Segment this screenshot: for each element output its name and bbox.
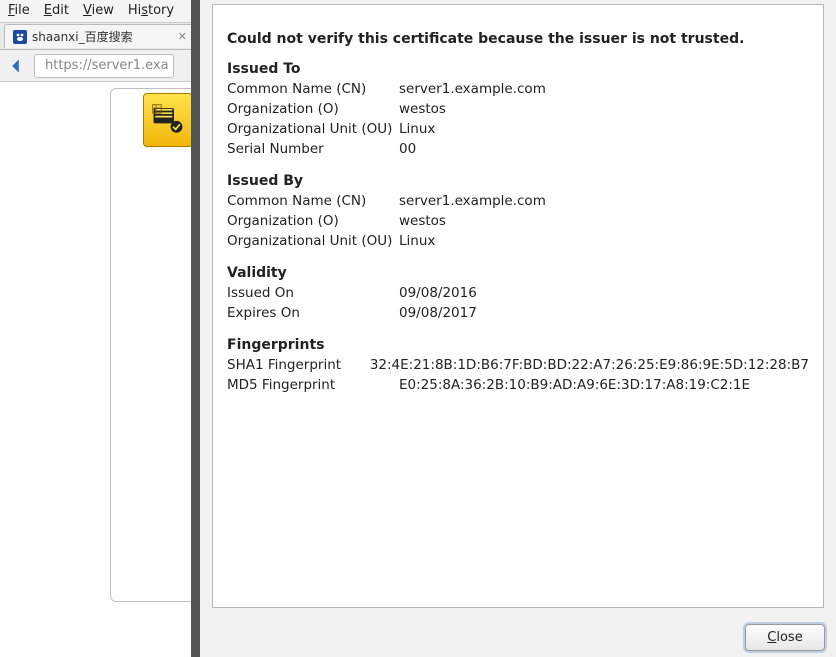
issued-to-o: Organization (O) westos [227, 99, 809, 119]
value-issued-by-o: westos [399, 211, 809, 231]
fingerprints-heading: Fingerprints [227, 337, 809, 353]
warning-shield-icon [143, 93, 193, 147]
menu-file[interactable]: File [8, 3, 30, 18]
cert-error-message: Could not verify this certificate becaus… [227, 31, 809, 47]
value-issued-on: 09/08/2016 [399, 283, 809, 303]
value-sha1: 32:4E:21:8B:1D:B6:7F:BD:BD:22:A7:26:25:E… [370, 355, 809, 375]
validity-expires-on: Expires On 09/08/2017 [227, 303, 809, 323]
menu-edit[interactable]: Edit [44, 3, 69, 18]
certificate-details-panel: Could not verify this certificate becaus… [212, 4, 824, 608]
issued-by-heading: Issued By [227, 173, 809, 189]
label-o2: Organization (O) [227, 211, 399, 231]
url-text: https://server1.exa [45, 58, 169, 73]
label-o: Organization (O) [227, 99, 399, 119]
close-button[interactable]: Close [745, 624, 825, 651]
favicon-baidu-icon [13, 30, 27, 44]
label-issued-on: Issued On [227, 283, 399, 303]
url-bar[interactable]: https://server1.exa [34, 54, 174, 78]
issued-to-heading: Issued To [227, 61, 809, 77]
label-ou2: Organizational Unit (OU) [227, 231, 399, 251]
value-issued-to-cn: server1.example.com [399, 79, 809, 99]
issued-to-serial: Serial Number 00 [227, 139, 809, 159]
value-issued-by-cn: server1.example.com [399, 191, 809, 211]
issued-by-ou: Organizational Unit (OU) Linux [227, 231, 809, 251]
label-ou: Organizational Unit (OU) [227, 119, 399, 139]
label-md5: MD5 Fingerprint [227, 375, 399, 395]
menu-history[interactable]: History [128, 3, 174, 18]
fingerprint-md5: MD5 Fingerprint E0:25:8A:36:2B:10:B9:AD:… [227, 375, 809, 395]
value-issued-to-serial: 00 [399, 139, 809, 159]
validity-heading: Validity [227, 265, 809, 281]
label-cn2: Common Name (CN) [227, 191, 399, 211]
browser-tab[interactable]: shaanxi_百度搜索 ✕ [4, 24, 196, 48]
validity-issued-on: Issued On 09/08/2016 [227, 283, 809, 303]
menu-view[interactable]: View [83, 3, 114, 18]
label-expires-on: Expires On [227, 303, 399, 323]
fingerprint-sha1: SHA1 Fingerprint 32:4E:21:8B:1D:B6:7F:BD… [227, 355, 809, 375]
back-button[interactable] [4, 54, 30, 78]
issued-to-ou: Organizational Unit (OU) Linux [227, 119, 809, 139]
issued-by-o: Organization (O) westos [227, 211, 809, 231]
value-expires-on: 09/08/2017 [399, 303, 809, 323]
value-issued-to-ou: Linux [399, 119, 809, 139]
issued-by-cn: Common Name (CN) server1.example.com [227, 191, 809, 211]
label-sha1: SHA1 Fingerprint [227, 355, 370, 375]
issued-to-cn: Common Name (CN) server1.example.com [227, 79, 809, 99]
tab-title: shaanxi_百度搜索 [32, 28, 133, 45]
label-cn: Common Name (CN) [227, 79, 399, 99]
tab-close-icon[interactable]: ✕ [138, 30, 187, 43]
value-issued-by-ou: Linux [399, 231, 809, 251]
value-issued-to-o: westos [399, 99, 809, 119]
label-serial: Serial Number [227, 139, 399, 159]
certificate-dialog: ↖ Could not verify this certificate beca… [191, 0, 836, 657]
value-md5: E0:25:8A:36:2B:10:B9:AD:A9:6E:3D:17:A8:1… [399, 375, 809, 395]
